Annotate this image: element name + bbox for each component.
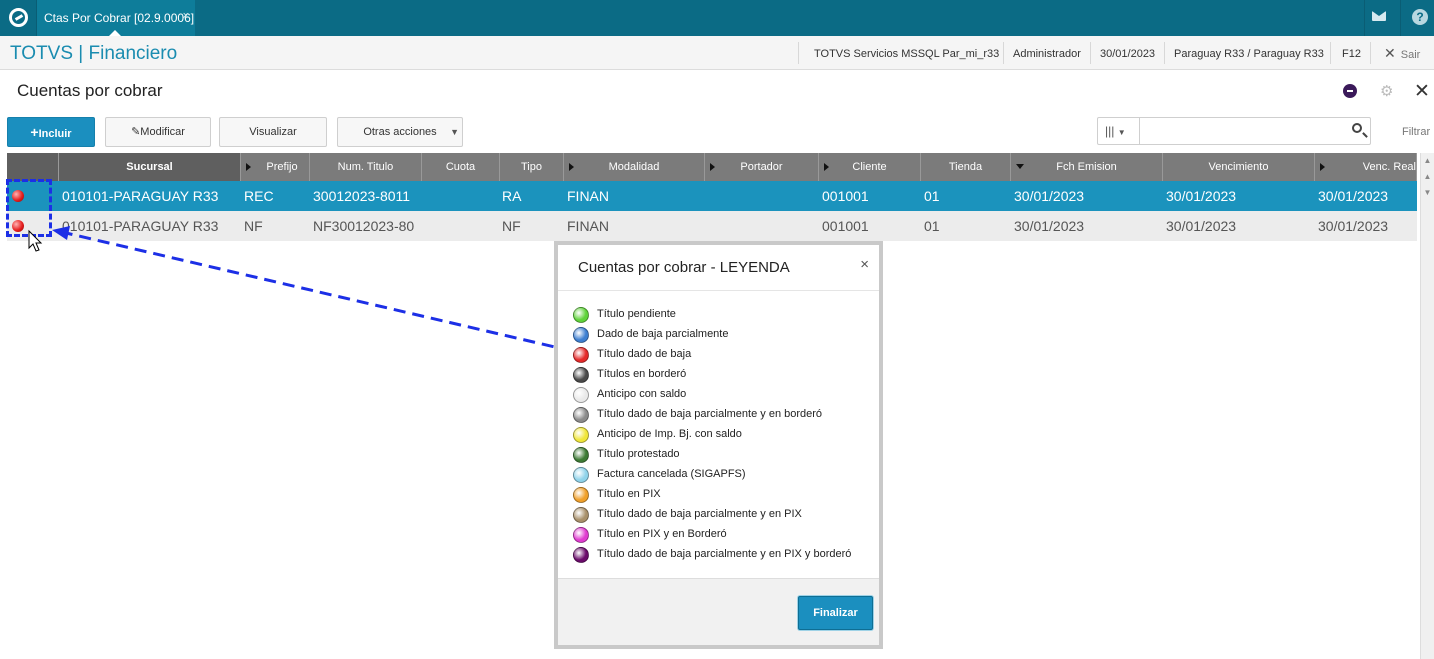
legend-status-dot-icon (573, 527, 589, 543)
legend-status-dot-icon (573, 347, 589, 363)
legend-label: Título dado de baja parcialmente y en PI… (597, 548, 852, 560)
dialog-close-icon[interactable]: × (860, 256, 869, 273)
legend-label: Título pendiente (597, 308, 676, 320)
legend-status-dot-icon (573, 547, 589, 563)
legend-status-dot-icon (573, 427, 589, 443)
legend-status-dot-icon (573, 467, 589, 483)
dialog-title: Cuentas por cobrar - LEYENDA (578, 259, 790, 276)
legend-status-dot-icon (573, 387, 589, 403)
legend-status-dot-icon (573, 507, 589, 523)
legend-status-dot-icon (573, 447, 589, 463)
legend-dialog: Cuentas por cobrar - LEYENDA × Título pe… (554, 241, 883, 649)
legend-label: Anticipo con saldo (597, 388, 687, 400)
legend-label: Factura cancelada (SIGAPFS) (597, 468, 746, 480)
legend-label: Título en PIX (597, 488, 661, 500)
legend-label: Títulos en borderó (597, 368, 687, 380)
legend-label: Dado de baja parcialmente (597, 328, 729, 340)
legend-status-dot-icon (573, 307, 589, 323)
legend-status-dot-icon (573, 487, 589, 503)
legend-label: Título dado de baja (597, 348, 692, 360)
legend-status-dot-icon (573, 367, 589, 383)
legend-label: Título protestado (597, 448, 680, 460)
legend-label: Anticipo de Imp. Bj. con saldo (597, 428, 742, 440)
dialog-footer: Finalizar (558, 578, 879, 645)
legend-status-dot-icon (573, 407, 589, 423)
legend-label: Título en PIX y en Borderó (597, 528, 727, 540)
finalizar-button[interactable]: Finalizar (798, 596, 873, 630)
divider (558, 290, 879, 291)
legend-label: Título dado de baja parcialmente y en PI… (597, 508, 802, 520)
legend-status-dot-icon (573, 327, 589, 343)
legend-label: Título dado de baja parcialmente y en bo… (597, 408, 823, 420)
